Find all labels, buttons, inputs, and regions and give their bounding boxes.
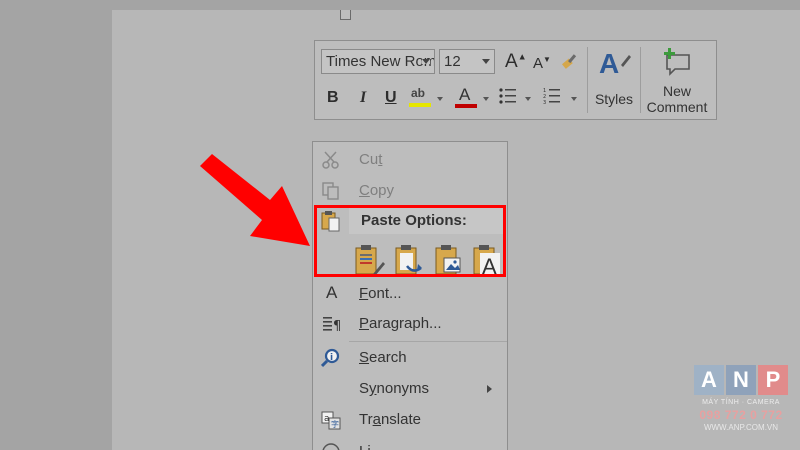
menu-item-label: Font... — [359, 285, 402, 302]
globe-icon — [321, 442, 341, 450]
paragraph-icon: ¶ — [321, 314, 341, 334]
menu-item-cut[interactable]: Cut — [313, 146, 507, 174]
font-color-button[interactable]: A — [455, 85, 477, 109]
chevron-down-icon[interactable] — [482, 59, 490, 64]
context-menu: Cut Copy Paste Options: A A Font... ¶ Pa… — [312, 141, 508, 450]
copy-accel: C — [359, 182, 370, 199]
divider — [587, 47, 588, 113]
highlight-color-bar — [409, 103, 431, 107]
underline-button[interactable]: U — [385, 89, 397, 107]
chevron-down-icon[interactable] — [483, 97, 489, 101]
svg-text:3: 3 — [543, 100, 546, 105]
font-color-glyph: A — [459, 85, 471, 104]
font-icon: A — [326, 283, 338, 302]
font-name-value: Times New Roman — [326, 53, 434, 70]
translate-pre: Tr — [359, 411, 373, 428]
menu-item-font[interactable]: A Font... — [313, 280, 507, 308]
scissors-icon — [321, 150, 341, 170]
font-accel: F — [359, 285, 369, 302]
text-highlight-button[interactable]: ab — [409, 85, 431, 109]
menu-item-synonyms[interactable]: Synonyms — [313, 375, 507, 403]
format-painter-icon[interactable] — [561, 51, 581, 71]
paragraph-post: aragraph... — [369, 315, 442, 332]
chevron-down-icon[interactable] — [571, 97, 577, 101]
styles-button[interactable]: A Styles — [591, 45, 639, 117]
logo-phone: 098 772 0 772 — [699, 408, 783, 422]
logo-letter-a: A — [694, 365, 724, 395]
font-size-value: 12 — [444, 53, 461, 70]
bullets-icon[interactable] — [499, 87, 517, 105]
paragraph-accel: P — [359, 315, 370, 332]
new-comment-button[interactable]: New Comment — [641, 45, 713, 117]
menu-item-label: Cut — [359, 151, 382, 168]
red-arrow-icon — [200, 154, 310, 246]
anp-logo: A N P MÁY TÍNH · CAMERA 098 772 0 772 WW… — [692, 365, 790, 435]
menu-item-label: Li — [359, 443, 371, 450]
paste-options-highlight — [314, 205, 506, 277]
styles-label: Styles — [594, 91, 634, 107]
new-comment-icon — [661, 47, 693, 77]
svg-text:i: i — [330, 353, 333, 363]
font-name-combo[interactable]: Times New Roman — [321, 49, 435, 74]
logo-tagline: MÁY TÍNH · CAMERA — [702, 399, 780, 406]
menu-item-copy[interactable]: Copy — [313, 177, 507, 205]
font-size-combo[interactable]: 12 — [439, 49, 495, 74]
menu-separator — [349, 341, 507, 342]
menu-item-label: Synonyms — [359, 380, 429, 397]
synonyms-post: nonyms — [376, 380, 430, 397]
chevron-down-icon[interactable] — [422, 59, 430, 64]
cut-pre: Cu — [359, 151, 379, 168]
search-post: earch — [369, 349, 407, 366]
menu-item-search[interactable]: i Search — [313, 344, 507, 372]
logo-letter-n: N — [726, 365, 756, 395]
svg-text:A: A — [599, 48, 619, 79]
new-comment-label: New Comment — [641, 83, 713, 115]
synonyms-pre: S — [359, 380, 370, 397]
page-margin-marker — [340, 10, 351, 20]
new-comment-label-line1: New — [662, 83, 691, 99]
italic-button[interactable]: I — [360, 89, 366, 107]
mini-toolbar: Times New Roman 12 A▲ A▼ B I U ab A 123 … — [314, 40, 717, 120]
font-post: ont... — [368, 285, 402, 302]
shrink-font-button[interactable]: A▼ — [533, 55, 551, 72]
copy-post: opy — [369, 182, 395, 199]
chevron-down-icon[interactable] — [437, 97, 443, 101]
chevron-down-icon[interactable] — [525, 97, 531, 101]
styles-icon: A — [597, 47, 631, 81]
chevron-right-icon — [487, 385, 492, 393]
cut-accel: t — [378, 151, 383, 168]
translate-accel: a — [372, 411, 381, 428]
grow-font-button[interactable]: A▲ — [505, 51, 527, 73]
new-comment-label-line2: Comment — [646, 99, 708, 115]
menu-item-label: Search — [359, 349, 407, 366]
translate-icon: a字 — [321, 410, 341, 430]
svg-text:¶: ¶ — [333, 319, 341, 334]
menu-item-paragraph[interactable]: ¶ Paragraph... — [313, 310, 507, 338]
translate-post: nslate — [380, 411, 421, 428]
bold-button[interactable]: B — [327, 89, 339, 107]
svg-text:字: 字 — [331, 419, 339, 429]
font-color-bar — [455, 104, 477, 108]
logo-letter-p: P — [758, 365, 788, 395]
highlight-glyph: ab — [411, 86, 426, 100]
menu-item-link[interactable]: Li — [313, 438, 507, 450]
menu-item-translate[interactable]: a字 Translate — [313, 406, 507, 434]
menu-item-label: Translate — [359, 411, 421, 428]
numbering-icon[interactable]: 123 — [543, 87, 561, 106]
copy-icon — [321, 181, 341, 201]
logo-website: WWW.ANP.COM.VN — [703, 423, 779, 432]
synonyms-accel: y — [369, 380, 377, 397]
menu-item-label: Copy — [359, 182, 394, 199]
menu-item-label: Paragraph... — [359, 315, 442, 332]
search-accel: S — [359, 349, 370, 366]
search-icon: i — [320, 348, 341, 368]
